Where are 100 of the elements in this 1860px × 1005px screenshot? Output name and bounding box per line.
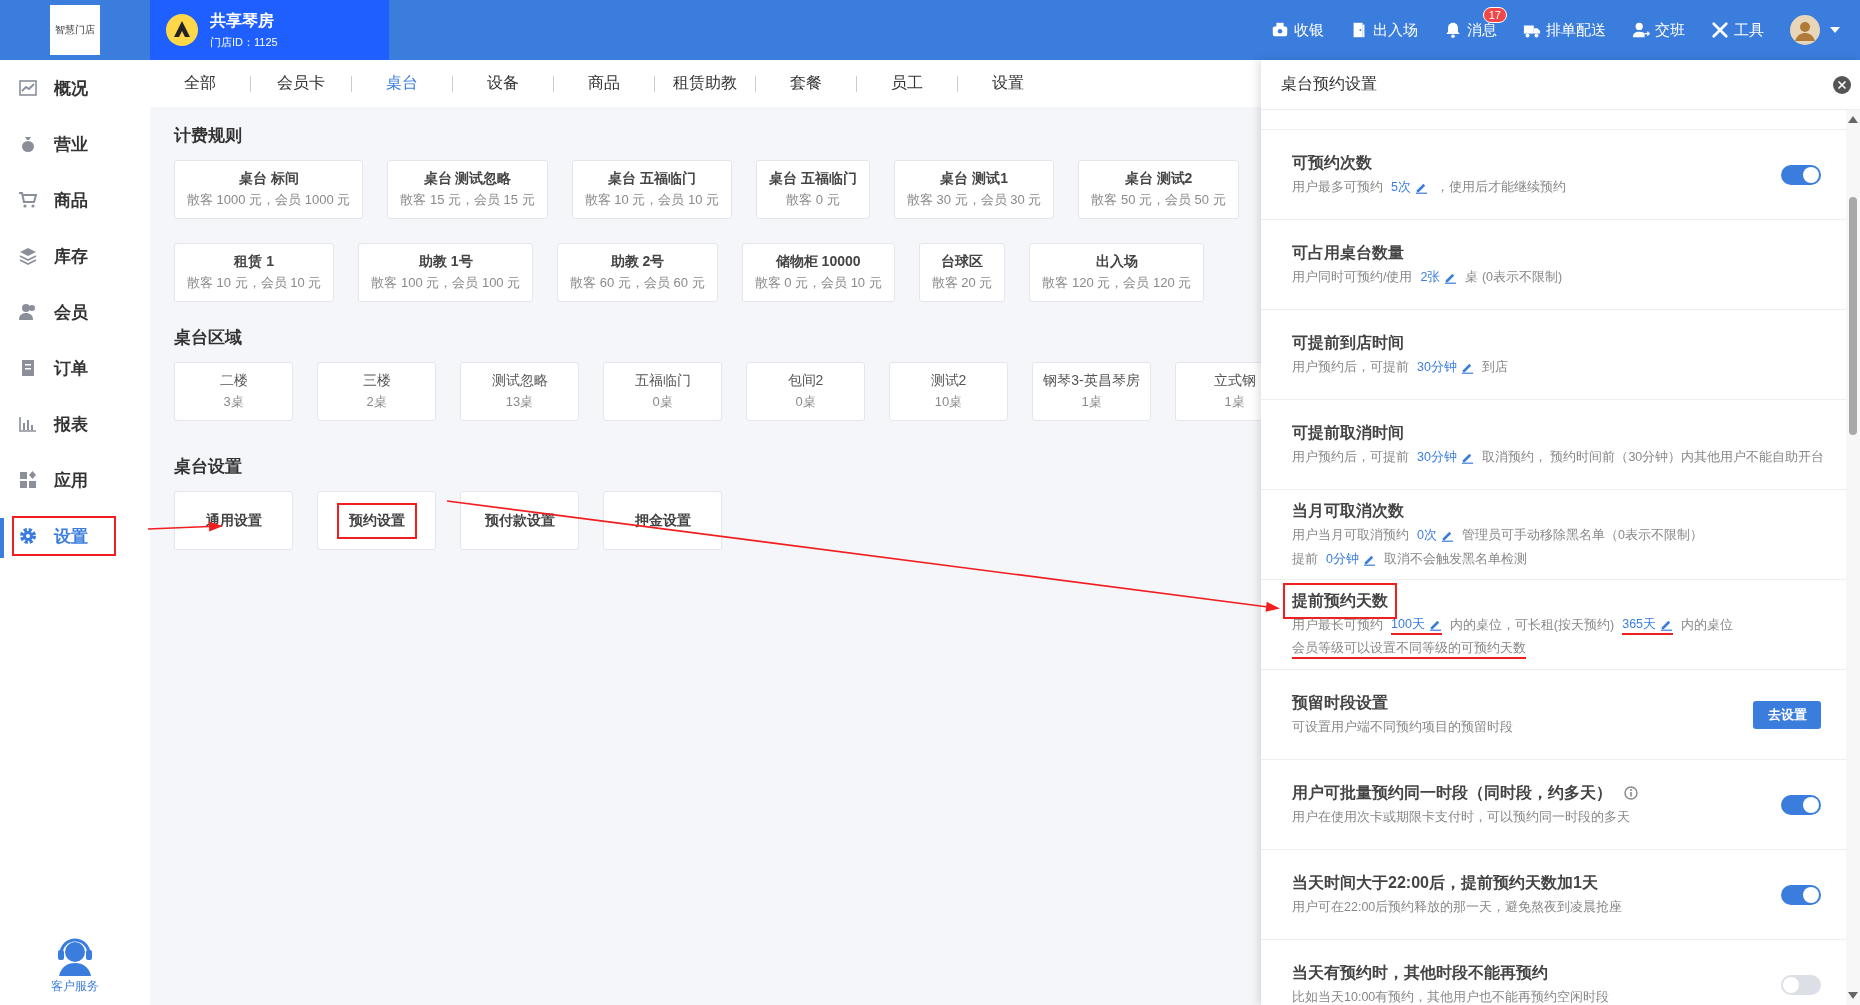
apps-icon (18, 470, 38, 490)
scrollbar-thumb[interactable] (1849, 197, 1857, 435)
tab[interactable]: 设备 (453, 60, 553, 107)
description-text: 用户当月可取消预约 (1292, 527, 1409, 544)
value-link[interactable]: 365天 (1622, 616, 1674, 635)
toggle-switch[interactable] (1781, 794, 1821, 815)
toolbar-button[interactable]: 交班 (1632, 13, 1685, 47)
description-text: 取消预约， 预约时间前（30分钟）内其他用户不能自助开台 (1481, 449, 1825, 466)
table-count: 13桌 (505, 393, 534, 411)
tab[interactable]: 会员卡 (251, 60, 351, 107)
scroll-down-icon (1848, 992, 1858, 999)
sidebar-item[interactable]: 设置 (12, 516, 116, 556)
description-text: 到店 (1481, 359, 1508, 376)
setting-title: 预留时段设置 (1290, 692, 1389, 713)
area-card[interactable]: 三楼 2桌 (317, 362, 436, 421)
area-name: 五福临门 (634, 372, 691, 390)
person-swap-icon (1632, 21, 1650, 39)
setting-title: 用户可批量预约同一时段（同时段，约多天） (1291, 782, 1613, 803)
area-card[interactable]: 二楼 3桌 (174, 362, 293, 421)
toolbar-button[interactable]: 工具 (1711, 13, 1764, 47)
tab[interactable]: 设置 (958, 60, 1058, 107)
pencil-icon (1440, 529, 1454, 542)
description-text: 内的桌位，可长租(按天预约) (1449, 617, 1615, 634)
area-card[interactable]: 测试2 10桌 (889, 362, 1008, 421)
logo: 智慧门店 (50, 5, 100, 55)
tab[interactable]: 全部 (150, 60, 250, 107)
customer-service-button[interactable]: 客户服务 (51, 932, 99, 995)
close-button[interactable] (1832, 74, 1852, 95)
settings-card[interactable]: 预付款设置 (460, 491, 579, 550)
tab[interactable]: 商品 (554, 60, 654, 107)
value-link[interactable]: 0分钟 (1326, 551, 1376, 568)
value-link[interactable]: 30分钟 (1417, 449, 1474, 466)
toolbar-button[interactable]: 出入场 (1350, 13, 1418, 47)
rule-price: 散客 100 元，会员 100 元 (371, 274, 521, 292)
area-card[interactable]: 测试忽略 13桌 (460, 362, 579, 421)
area-card[interactable]: 包间2 0桌 (746, 362, 865, 421)
description-text: 可设置用户端不同预约项目的预留时段 (1292, 719, 1513, 736)
avatar-menu[interactable] (1790, 15, 1840, 45)
sidebar-item[interactable]: 应用 (12, 460, 116, 500)
toggle-switch[interactable] (1781, 974, 1821, 995)
rule-card[interactable]: 出入场 散客 120 元，会员 120 元 (1029, 243, 1205, 302)
toolbar-button[interactable]: 收银 (1271, 13, 1324, 47)
rule-card[interactable]: 助教 1号 散客 100 元，会员 100 元 (358, 243, 534, 302)
rule-card[interactable]: 助教 2号 散客 60 元，会员 60 元 (557, 243, 718, 302)
value-link[interactable]: 100天 (1391, 616, 1442, 635)
tab[interactable]: 桌台 (352, 60, 452, 107)
notification-badge: 17 (1482, 7, 1507, 23)
rule-card[interactable]: 桌台 标间 散客 1000 元，会员 1000 元 (174, 160, 364, 219)
rule-card[interactable]: 台球区 散客 20 元 (918, 243, 1006, 302)
value-link[interactable]: 30分钟 (1417, 359, 1474, 376)
area-card[interactable]: 钢琴3-英昌琴房 1桌 (1032, 362, 1151, 421)
pencil-icon (1460, 361, 1474, 374)
sidebar-item[interactable]: 营业 (12, 124, 116, 164)
table-count: 1桌 (1224, 393, 1245, 411)
tab[interactable]: 员工 (857, 60, 957, 107)
rule-card[interactable]: 桌台 测试2 散客 50 元，会员 50 元 (1078, 160, 1239, 219)
rule-name: 桌台 标间 (238, 170, 299, 188)
area-name: 钢琴3-英昌琴房 (1043, 372, 1140, 390)
toggle-switch[interactable] (1781, 164, 1821, 185)
tab[interactable]: 租赁助教 (655, 60, 755, 107)
pencil-icon (1460, 451, 1474, 464)
section-title: 桌台设置 (174, 456, 242, 477)
description-text: 管理员可手动移除黑名单（0表示不限制） (1461, 527, 1703, 544)
bell-icon (1444, 21, 1462, 39)
bar-chart-icon (18, 414, 38, 434)
value-link[interactable]: 2张 (1420, 269, 1458, 286)
settings-card[interactable]: 押金设置 (603, 491, 722, 550)
pencil-icon (1362, 553, 1376, 566)
toolbar-button[interactable]: 排单配送 (1523, 13, 1606, 47)
table-count: 0桌 (652, 393, 673, 411)
table-count: 10桌 (934, 393, 963, 411)
tab[interactable]: 套餐 (756, 60, 856, 107)
rule-price: 散客 50 元，会员 50 元 (1091, 191, 1226, 209)
sidebar-item[interactable]: 订单 (12, 348, 116, 388)
area-card[interactable]: 五福临门 0桌 (603, 362, 722, 421)
sidebar-item[interactable]: 概况 (12, 68, 116, 108)
store-id: 门店ID：1125 (210, 34, 278, 50)
cash-register-icon (1271, 21, 1289, 39)
logo-icon (166, 14, 198, 46)
rule-price: 散客 1000 元，会员 1000 元 (187, 191, 351, 209)
value-link[interactable]: 5次 (1391, 179, 1428, 196)
rule-card[interactable]: 桌台 测试1 散客 30 元，会员 30 元 (893, 160, 1055, 219)
area-name: 包间2 (787, 372, 824, 390)
sidebar-item[interactable]: 商品 (12, 180, 116, 220)
pencil-icon (1444, 271, 1458, 284)
settings-card[interactable]: 预约设置 (317, 491, 436, 550)
rule-card[interactable]: 桌台 五福临门 散客 10 元，会员 10 元 (571, 160, 733, 219)
go-settings-button[interactable]: 去设置 (1753, 700, 1821, 729)
description-text: 会员等级可以设置不同等级的可预约天数 (1292, 640, 1526, 659)
rule-card[interactable]: 桌台 测试忽略 散客 15 元，会员 15 元 (387, 160, 548, 219)
sidebar-item[interactable]: 会员 (12, 292, 116, 332)
rule-card[interactable]: 租赁 1 散客 10 元，会员 10 元 (174, 243, 335, 302)
setting-title: 可预约次数 (1291, 152, 1373, 173)
toggle-switch[interactable] (1781, 884, 1821, 905)
sidebar-item[interactable]: 库存 (12, 236, 116, 276)
rule-card[interactable]: 储物柜 10000 散客 0 元，会员 10 元 (741, 243, 895, 302)
setting-title: 提前预约天数 (1283, 582, 1397, 619)
value-link[interactable]: 0次 (1417, 527, 1454, 544)
rule-card[interactable]: 桌台 五福临门 散客 0 元 (756, 160, 870, 219)
sidebar-item[interactable]: 报表 (12, 404, 116, 444)
